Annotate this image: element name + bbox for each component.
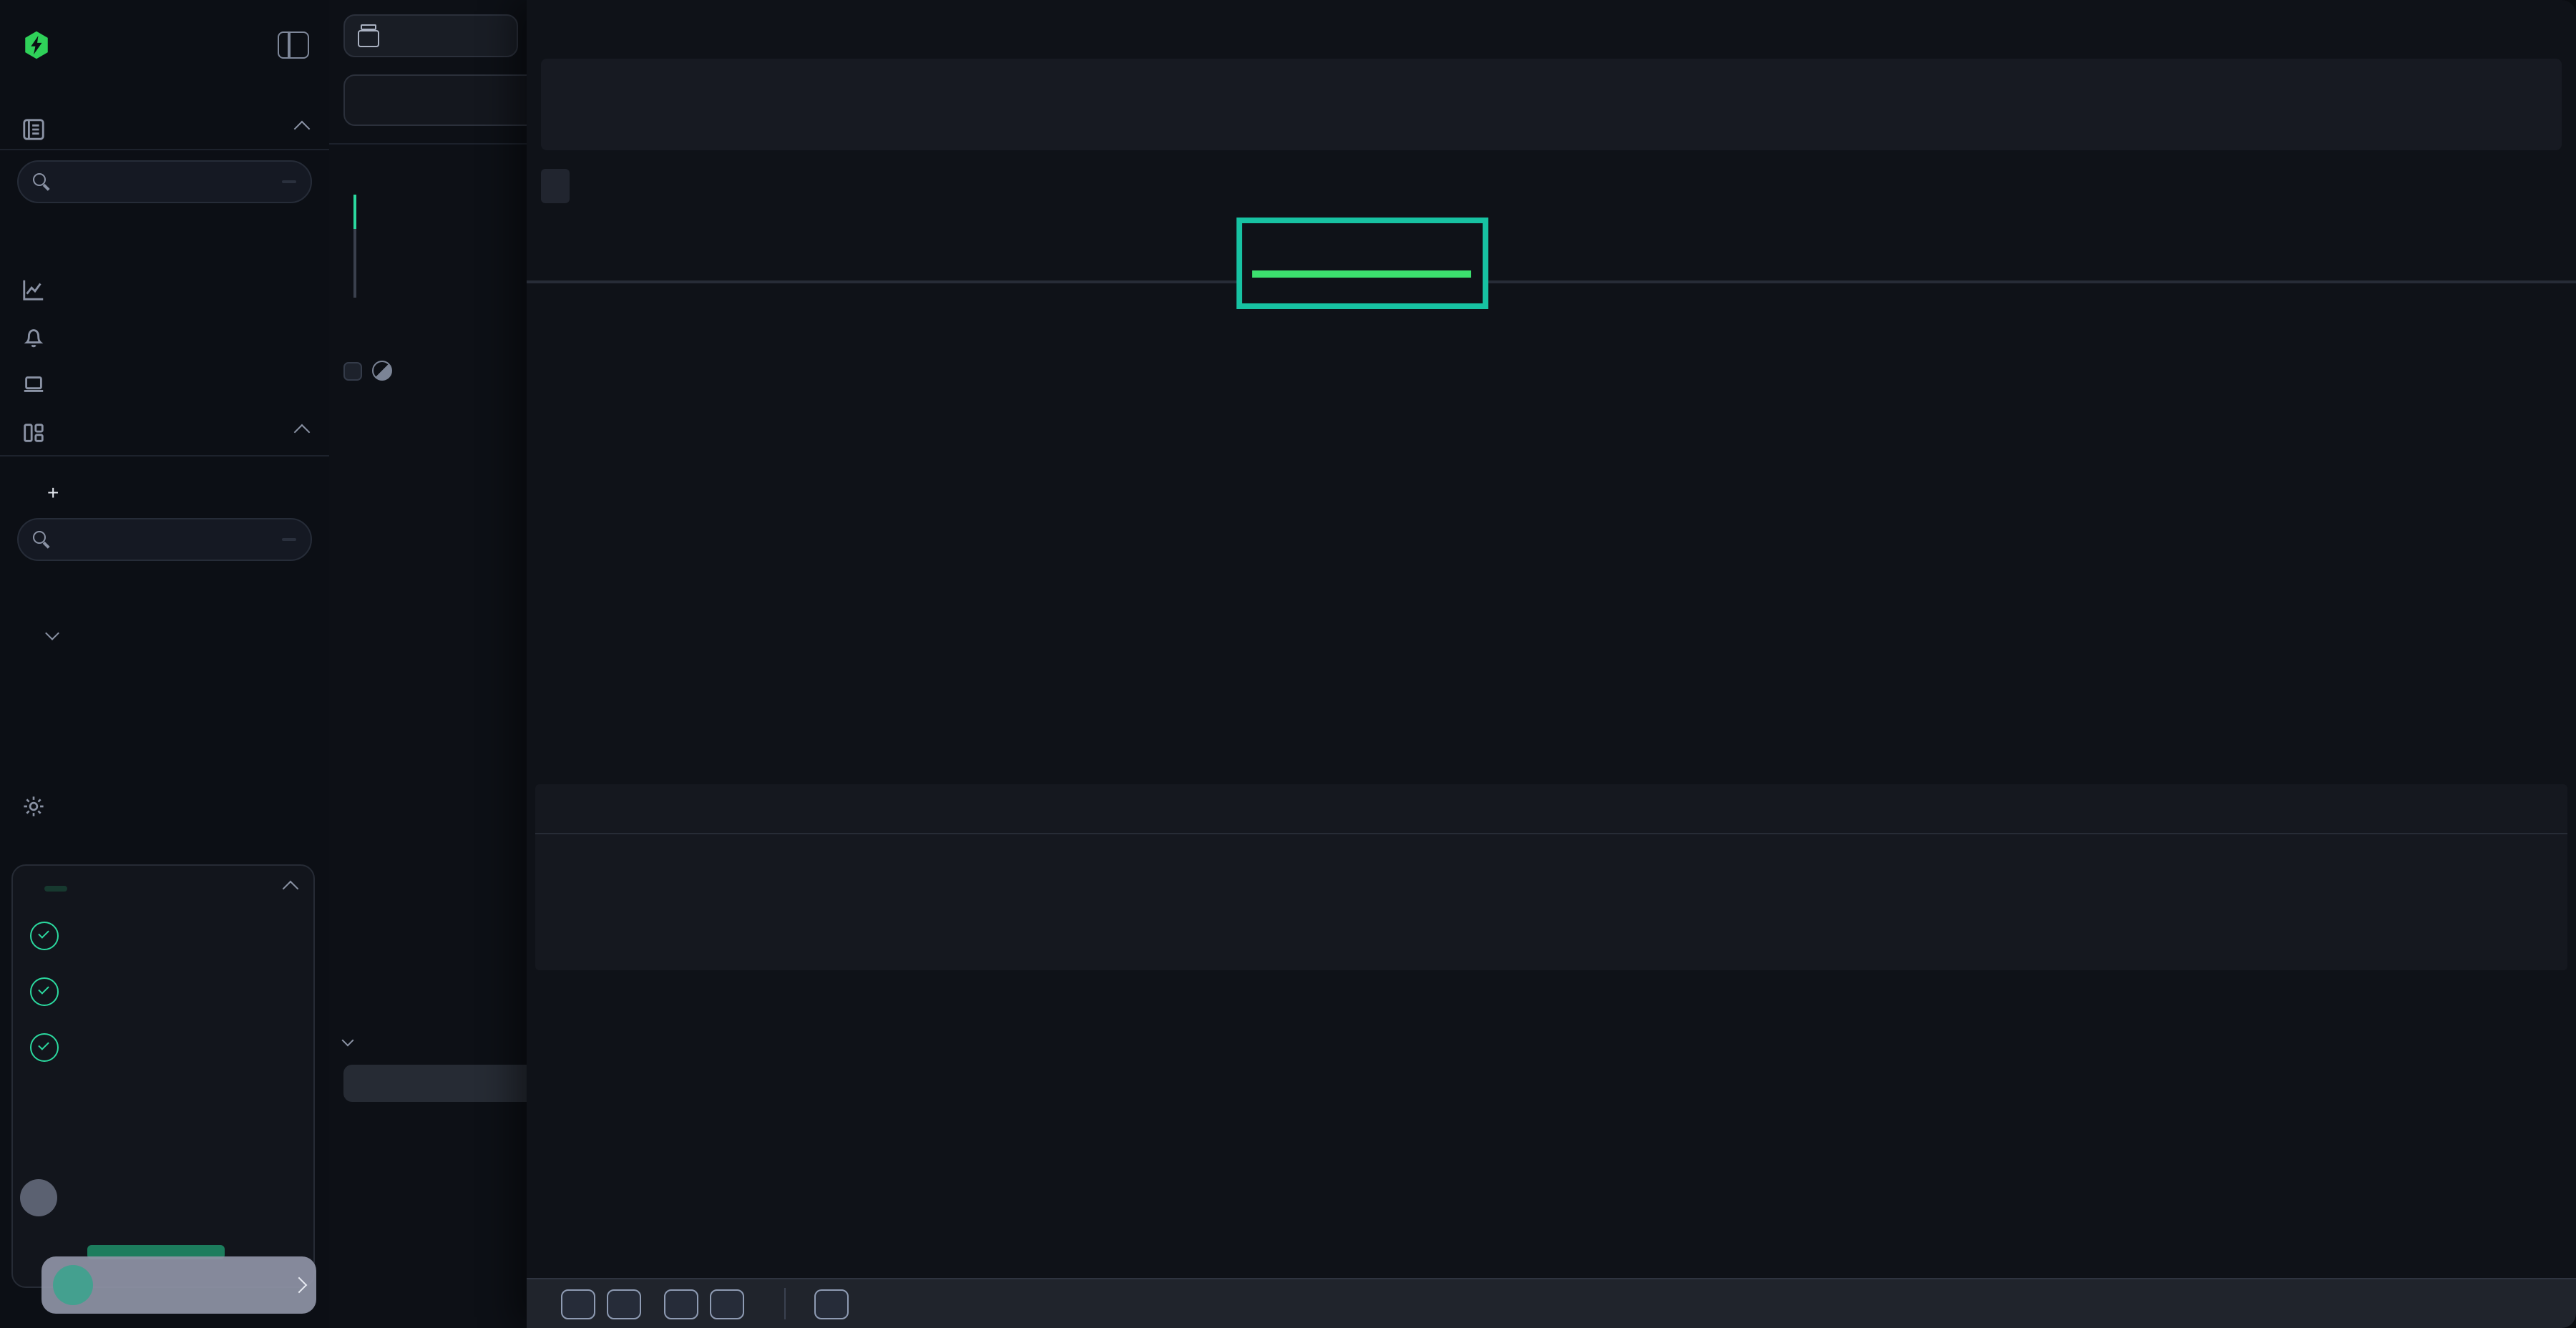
analysis-mode-rail <box>353 195 356 298</box>
denoise-icon <box>372 361 392 381</box>
gear-icon <box>21 794 46 818</box>
denoise-checkbox-row[interactable] <box>343 359 402 382</box>
get-started-item[interactable] <box>30 972 296 1006</box>
sidebar: + <box>0 0 331 1328</box>
get-started-item[interactable] <box>30 1027 296 1062</box>
get-started-header[interactable] <box>30 883 296 894</box>
pod-timeline-title <box>535 784 2567 834</box>
search-section-icon <box>21 117 46 141</box>
traces-source-icon <box>358 29 379 47</box>
arrow-left-key[interactable] <box>561 1289 595 1319</box>
search-icon <box>33 172 52 191</box>
chevron-right-icon <box>291 1277 308 1294</box>
dashboards-icon <box>21 420 46 444</box>
get-started-progress-badge <box>44 886 67 892</box>
create-dashboard-button[interactable]: + <box>0 475 376 509</box>
chevron-up-icon <box>283 881 299 897</box>
get-started-item[interactable] <box>30 916 296 950</box>
divider <box>0 149 329 150</box>
get-started-card <box>11 864 315 1288</box>
event-detail-drawer <box>527 0 2576 1328</box>
presets-toggle[interactable] <box>0 620 376 645</box>
active-tab-underline <box>1252 270 1471 278</box>
source-select[interactable] <box>343 14 518 57</box>
chevron-down-icon <box>45 625 59 640</box>
sidebar-item-chart-explorer[interactable] <box>0 272 329 306</box>
brand-row <box>0 26 329 63</box>
saved-dashboards-input[interactable] <box>17 518 312 561</box>
plus-icon: + <box>47 481 59 504</box>
node-section-header <box>535 965 555 1005</box>
kbd-shortcut-badge <box>282 180 296 183</box>
laptop-icon <box>21 371 46 396</box>
sidebar-item-client-sessions[interactable] <box>0 366 329 401</box>
k-key[interactable] <box>664 1289 698 1319</box>
chevron-down-icon <box>342 1035 354 1047</box>
sidebar-item-kubernetes[interactable] <box>0 721 375 750</box>
service-name-chip[interactable] <box>541 169 570 203</box>
pod-timeline-card <box>535 784 2567 970</box>
highlight-annotation-box <box>1236 218 1488 309</box>
show-more-button[interactable] <box>343 1029 364 1052</box>
footer-separator <box>784 1288 786 1319</box>
sidebar-item-team-settings[interactable] <box>0 787 329 824</box>
checkbox[interactable] <box>343 361 362 380</box>
chart-explorer-icon <box>21 277 46 301</box>
tab-divider <box>1488 280 2576 283</box>
search-filters-panel <box>329 0 527 1328</box>
chevron-up-icon[interactable] <box>294 424 311 441</box>
tab-divider <box>527 280 1236 283</box>
hyperdx-app: + <box>0 0 2576 1328</box>
esc-key[interactable] <box>814 1289 849 1319</box>
user-menu[interactable] <box>42 1256 316 1314</box>
check-circle-icon <box>30 1033 59 1062</box>
event-search-input[interactable] <box>343 74 527 126</box>
sidebar-item-services[interactable] <box>0 688 375 717</box>
sidebar-item-search[interactable] <box>0 112 329 146</box>
search-icon <box>33 530 52 549</box>
more-filters-button[interactable] <box>343 1065 527 1102</box>
sidebar-item-alerts[interactable] <box>0 319 329 353</box>
avatar <box>53 1265 93 1305</box>
saved-searches-input[interactable] <box>17 160 312 203</box>
drawer-footer-bar <box>527 1278 2576 1328</box>
divider <box>0 455 329 456</box>
sidebar-item-clickhouse[interactable] <box>0 654 375 683</box>
kbd-shortcut-badge <box>282 538 296 541</box>
chevron-up-icon[interactable] <box>294 121 311 137</box>
j-key[interactable] <box>710 1289 744 1319</box>
pod-section-header <box>535 326 555 366</box>
span-name-card <box>541 59 2562 150</box>
sidebar-collapse-icon[interactable] <box>278 31 309 58</box>
check-circle-icon <box>30 977 59 1006</box>
pod-timeline-empty <box>535 834 2567 970</box>
bell-icon <box>21 324 46 348</box>
divider <box>329 143 527 145</box>
hyperdx-logo-icon <box>21 29 52 59</box>
arrow-right-key[interactable] <box>607 1289 641 1319</box>
help-button[interactable] <box>20 1179 57 1216</box>
check-circle-icon <box>30 922 59 950</box>
sidebar-item-dashboards[interactable] <box>0 415 329 449</box>
